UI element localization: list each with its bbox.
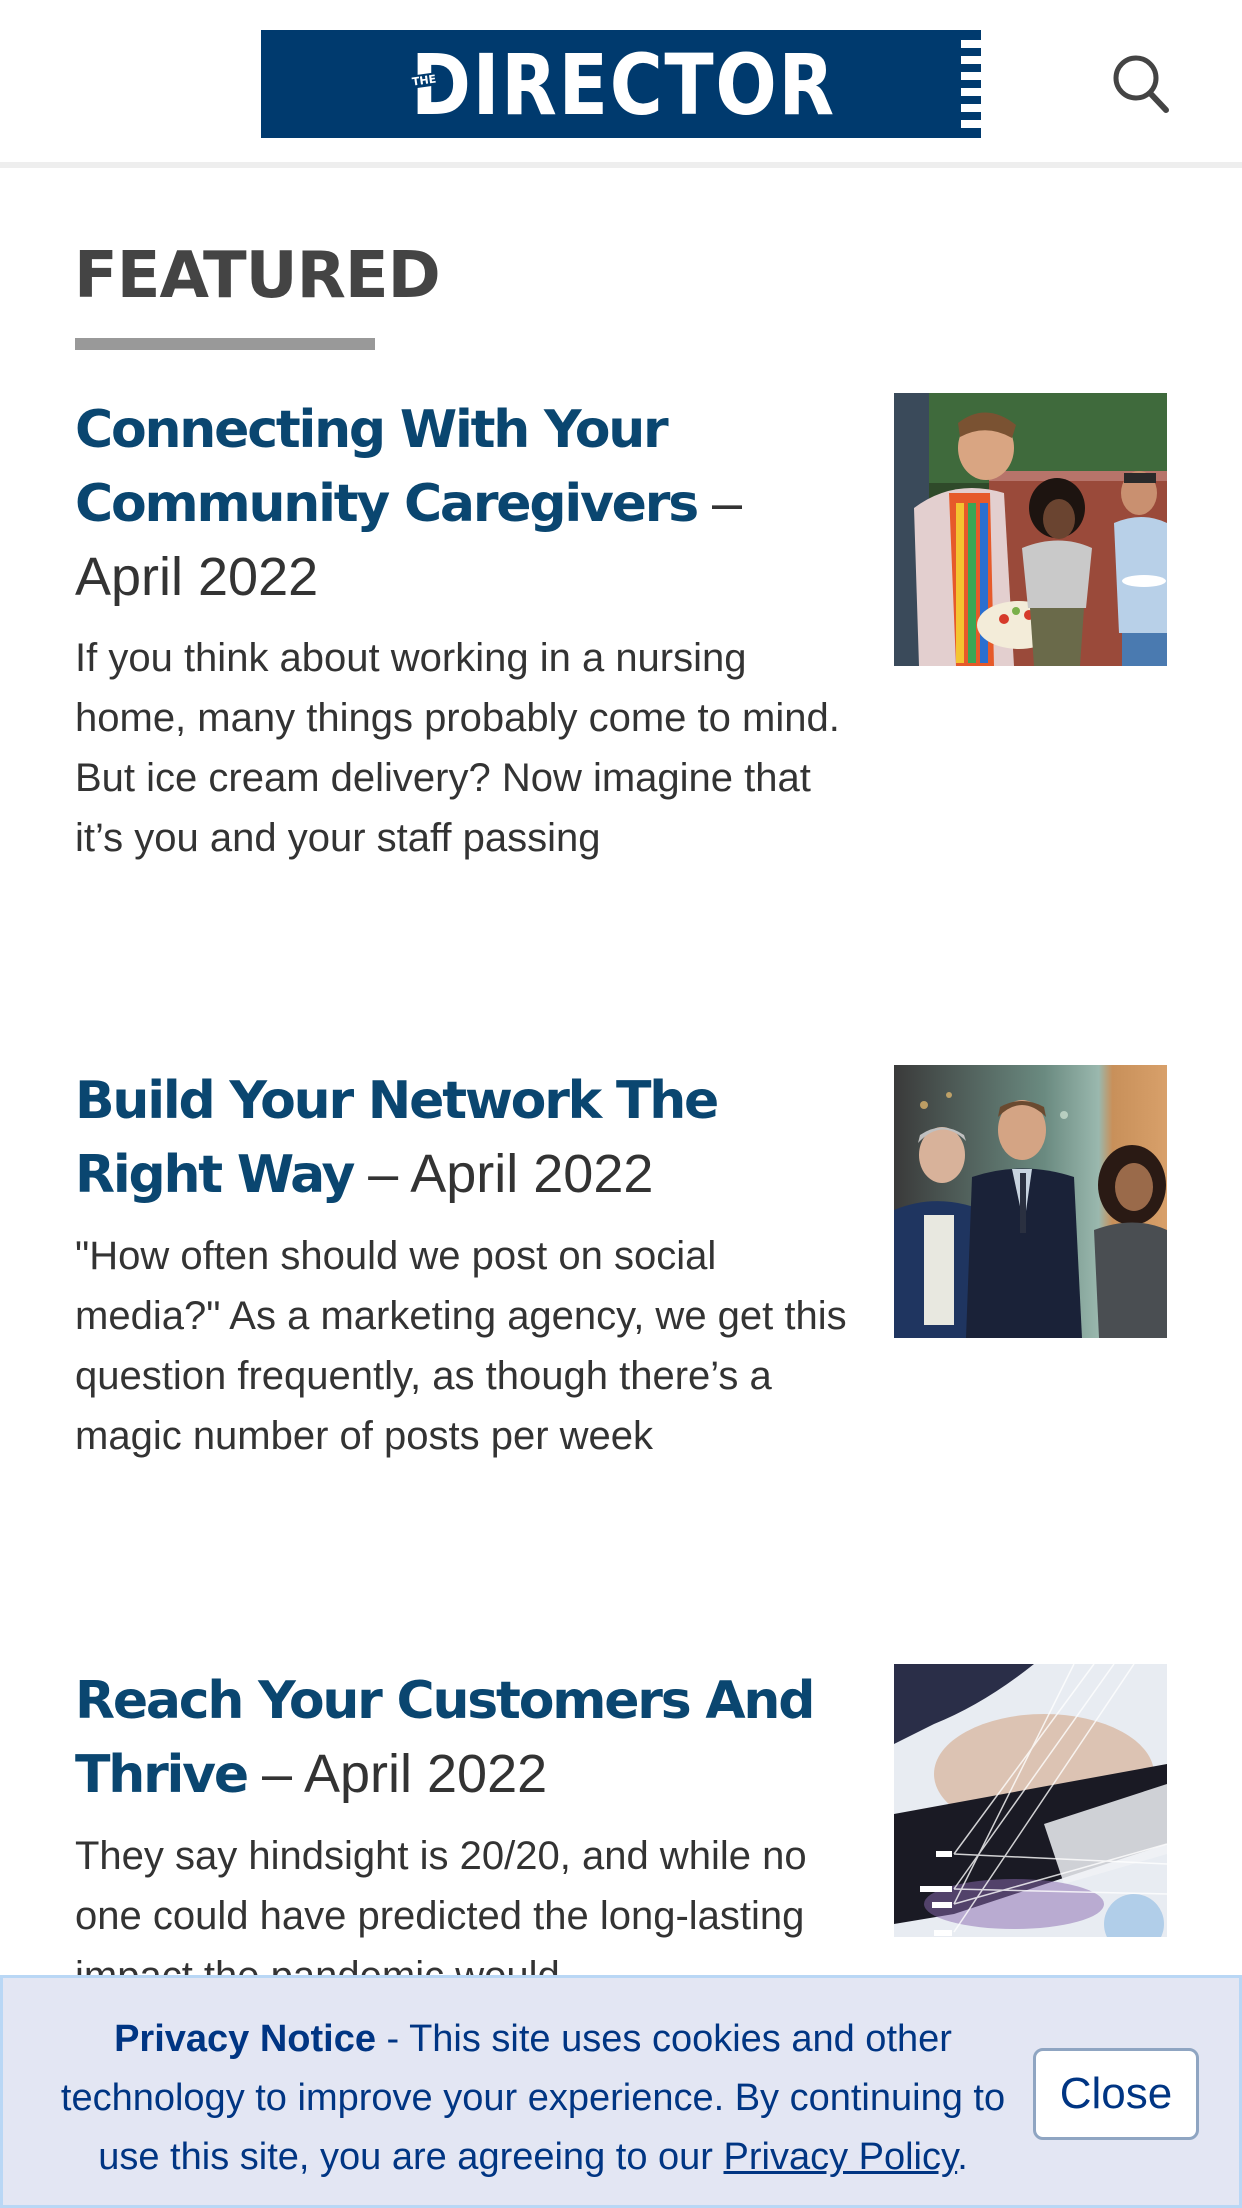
privacy-policy-link[interactable]: Privacy Policy xyxy=(724,2136,958,2178)
privacy-notice-label: Privacy Notice xyxy=(114,2018,376,2060)
article-title-link[interactable]: Connecting With Your Community Caregiver… xyxy=(75,400,699,534)
featured-underline xyxy=(75,338,375,350)
logo-stripes-decoration xyxy=(961,40,981,130)
article-excerpt: If you think about working in a nursing … xyxy=(75,636,840,860)
privacy-banner: Privacy Notice - This site uses cookies … xyxy=(0,1975,1242,2208)
article-heading: Connecting With Your Community Caregiver… xyxy=(75,393,855,614)
privacy-notice-end: . xyxy=(957,2136,968,2178)
article-text: Connecting With Your Community Caregiver… xyxy=(75,393,855,868)
site-header: DIRECTOR THE xyxy=(0,0,1242,162)
featured-heading: FEATURED xyxy=(74,239,441,313)
close-privacy-button[interactable]: Close xyxy=(1033,2048,1199,2140)
article-excerpt: "How often should we post on social medi… xyxy=(75,1234,847,1458)
article-date: – April 2022 xyxy=(353,1144,654,1204)
logo-text: DIRECTOR xyxy=(411,36,836,134)
article-text: Build Your Network The Right Way – April… xyxy=(75,1064,855,1466)
privacy-notice-text: Privacy Notice - This site uses cookies … xyxy=(58,2010,1008,2187)
article-heading: Build Your Network The Right Way – April… xyxy=(75,1064,855,1212)
article-date: – April 2022 xyxy=(246,1744,548,1804)
article-text: Reach Your Customers And Thrive – April … xyxy=(75,1664,855,2006)
article-image xyxy=(894,393,1167,666)
search-button[interactable] xyxy=(1110,52,1174,116)
article-heading: Reach Your Customers And Thrive – April … xyxy=(75,1664,855,1812)
search-icon xyxy=(1113,55,1169,113)
article-thumbnail[interactable] xyxy=(894,393,1167,666)
site-logo[interactable]: DIRECTOR THE xyxy=(261,30,981,138)
article-thumbnail[interactable] xyxy=(894,1065,1167,1338)
article-image xyxy=(894,1664,1167,1937)
article-thumbnail[interactable] xyxy=(894,1664,1167,1937)
article-image xyxy=(894,1065,1167,1338)
header-divider xyxy=(0,162,1242,168)
